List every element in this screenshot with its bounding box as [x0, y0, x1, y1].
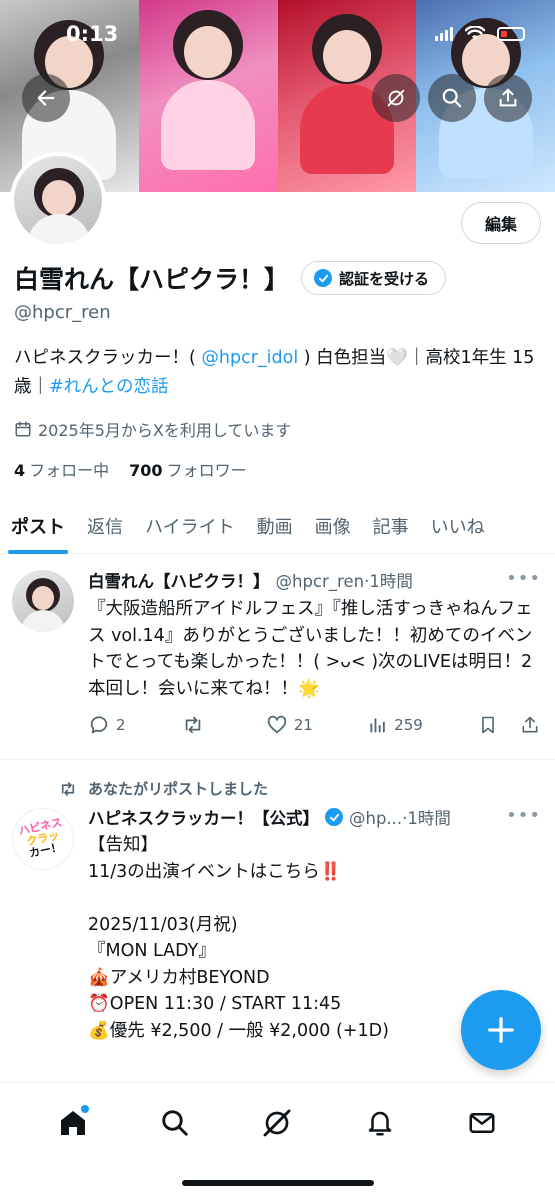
heart-icon [267, 715, 287, 734]
profile-handle: @hpcr_ren [14, 302, 111, 323]
get-verified-button[interactable]: 認証を受ける [301, 261, 447, 295]
joined-date: 2025年5月からXを利用しています [14, 417, 291, 441]
verified-badge-icon [325, 808, 343, 826]
bio-hashtag-link[interactable]: #れんとの恋話 [49, 377, 169, 397]
post[interactable]: 白雪れん【ハピクラ！】 @hpcr_ren·1時間 ••• 『大阪造船所アイドル… [0, 556, 555, 760]
followers-link[interactable]: 700 フォロワー [129, 457, 246, 481]
followers-count: 700 [129, 461, 163, 480]
more-options-icon[interactable]: ••• [506, 568, 541, 589]
post-time: ·1時間 [364, 572, 413, 591]
get-verified-label: 認証を受ける [339, 269, 430, 288]
grok-button[interactable] [372, 74, 420, 122]
repost-indicator: あなたがリポストしました [58, 778, 268, 799]
compose-post-button[interactable] [461, 990, 541, 1070]
grok-icon [264, 1109, 291, 1137]
repost-indicator-text: あなたがリポストしました [88, 780, 269, 798]
nav-grok[interactable] [255, 1101, 299, 1145]
nav-notifications[interactable] [358, 1101, 402, 1145]
like-button[interactable]: 21 [266, 714, 313, 736]
follow-stats: 4 フォロー中 700 フォロワー [14, 457, 247, 481]
search-button[interactable] [428, 74, 476, 122]
share-icon[interactable] [520, 714, 540, 736]
views-button[interactable]: 259 [368, 715, 423, 735]
messages-icon [469, 1113, 495, 1133]
status-time: 0:13 [66, 22, 119, 46]
grok-icon [387, 89, 405, 107]
tab-likes[interactable]: いいね [420, 498, 496, 554]
post-header: ハピネスクラッカー！【公式】 @hp...·1時間 [88, 805, 451, 829]
more-options-icon[interactable]: ••• [506, 805, 541, 826]
tab-videos[interactable]: 動画 [246, 498, 304, 554]
like-count: 21 [293, 716, 313, 734]
status-icons [435, 26, 525, 41]
profile-bio: ハピネスクラッカー！( @hpcr_idol ) 白色担当🤍｜高校1年生 15歳… [14, 344, 544, 402]
following-link[interactable]: 4 フォロー中 [14, 457, 109, 481]
search-icon [442, 88, 462, 108]
reply-button[interactable]: 2 [88, 714, 126, 736]
calendar-icon [15, 421, 31, 437]
name-row: 白雪れん【ハピクラ！】 認証を受ける [14, 260, 447, 296]
post-avatar[interactable]: ハピネス クラッ カー！ [12, 808, 74, 870]
notifications-icon [368, 1111, 391, 1136]
post-time: ·1時間 [402, 809, 451, 828]
views-chart-icon [370, 718, 385, 733]
repost-icon [61, 781, 75, 796]
profile-tabs: ポスト 返信 ハイライト 動画 画像 記事 いいね [0, 498, 555, 554]
bookmark-icon[interactable] [478, 714, 498, 736]
wifi-icon [465, 26, 485, 40]
nav-home[interactable] [51, 1101, 95, 1145]
tab-posts[interactable]: ポスト [0, 498, 76, 554]
following-count: 4 [14, 461, 26, 480]
post-header: 白雪れん【ハピクラ！】 @hpcr_ren·1時間 [88, 568, 413, 592]
home-indicator [182, 1180, 374, 1186]
reply-count: 2 [116, 716, 126, 734]
repost-button[interactable] [181, 714, 211, 736]
nav-search[interactable] [153, 1101, 197, 1145]
views-count: 259 [394, 716, 423, 734]
tab-photos[interactable]: 画像 [304, 498, 362, 554]
repost-icon [185, 716, 201, 734]
following-label: フォロー中 [29, 461, 110, 480]
profile-avatar[interactable] [10, 152, 106, 248]
post-author-handle: @hp... [349, 809, 403, 828]
battery-icon [497, 26, 525, 41]
back-arrow-icon [37, 90, 55, 106]
search-icon [162, 1110, 188, 1136]
post-text: 『大阪造船所アイドルフェス』『推し活すっきゃねんフェス vol.14』ありがとう… [88, 599, 533, 699]
post-author-name[interactable]: 白雪れん【ハピクラ！】 [88, 568, 270, 592]
followers-label: フォロワー [166, 461, 247, 480]
post-author-handle: @hpcr_ren [275, 572, 365, 591]
post-avatar[interactable] [12, 570, 74, 632]
share-button[interactable] [484, 74, 532, 122]
post-extra-actions [478, 714, 540, 736]
post-actions: 2 21 259 [88, 714, 540, 736]
display-name: 白雪れん【ハピクラ！】 [14, 265, 290, 294]
nav-messages[interactable] [460, 1101, 504, 1145]
plus-icon [488, 1017, 514, 1043]
share-icon [499, 88, 517, 107]
bio-text: ハピネスクラッカー！( [14, 348, 202, 368]
verified-badge-icon [314, 269, 333, 287]
post-author-name[interactable]: ハピネスクラッカー！【公式】 [88, 805, 319, 829]
tab-highlights[interactable]: ハイライト [134, 498, 246, 554]
back-button[interactable] [22, 74, 70, 122]
tab-articles[interactable]: 記事 [362, 498, 420, 554]
joined-text: 2025年5月からXを利用しています [38, 421, 292, 440]
signal-icon [435, 26, 453, 41]
banner-photo-2 [138, 0, 278, 192]
edit-profile-button[interactable]: 編集 [461, 202, 541, 244]
group-logo: ハピネス クラッ カー！ [17, 815, 64, 861]
bio-mention-link[interactable]: @hpcr_idol [201, 348, 298, 368]
reply-icon [90, 716, 108, 734]
tab-replies[interactable]: 返信 [76, 498, 134, 554]
